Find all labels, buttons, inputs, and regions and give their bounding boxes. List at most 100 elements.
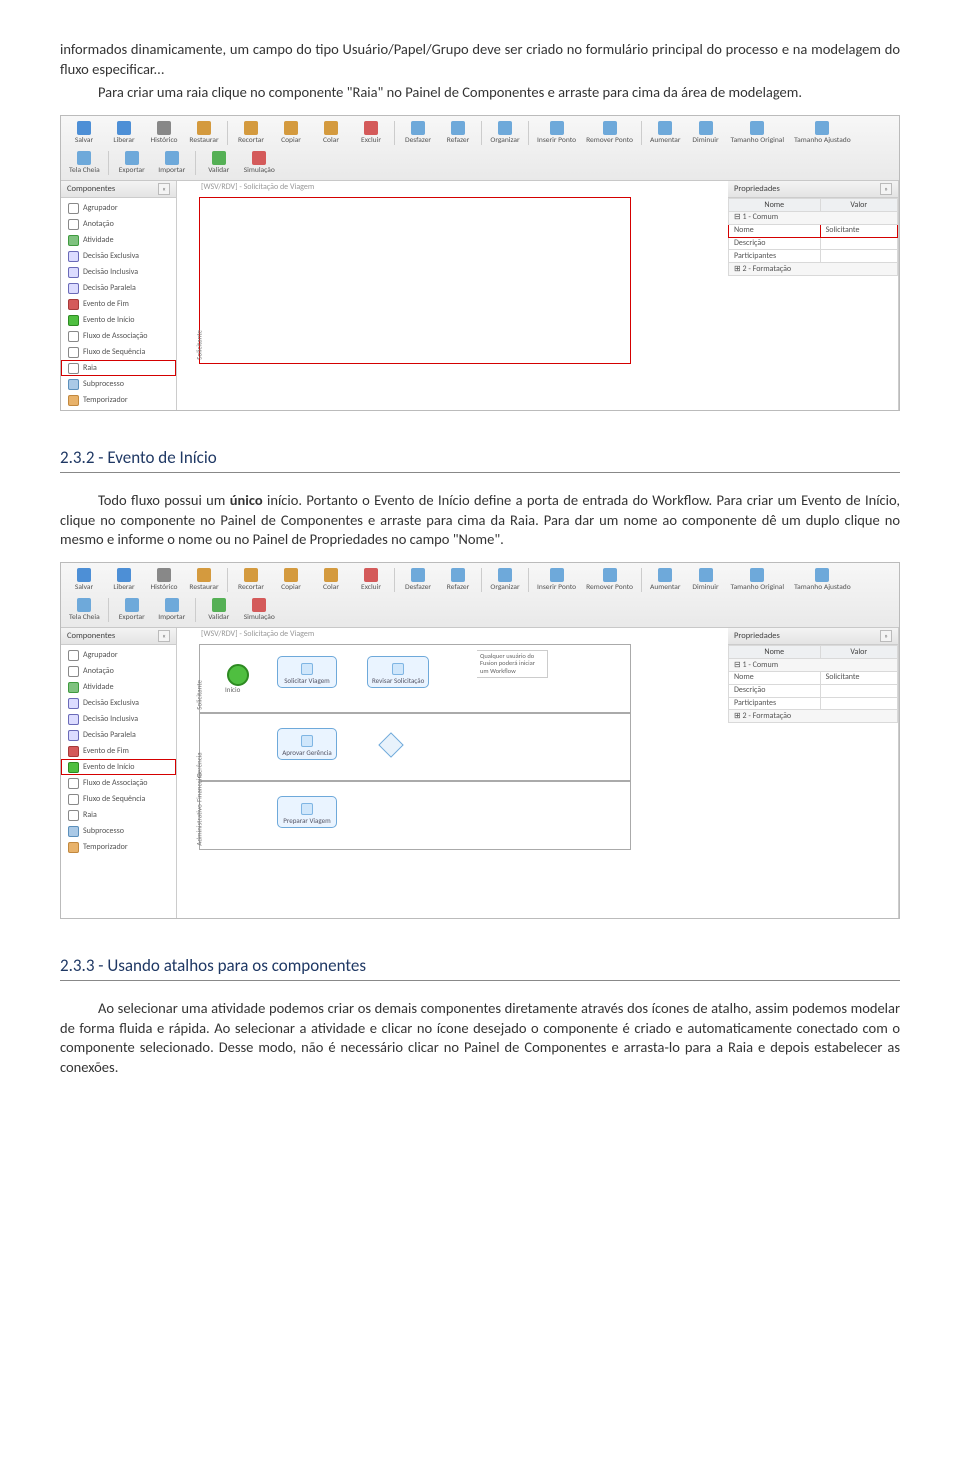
restaurar-icon xyxy=(197,568,211,582)
toolbar-btn-histórico[interactable]: Histórico xyxy=(145,566,183,594)
toolbar-btn-histórico[interactable]: Histórico xyxy=(145,119,183,147)
expand-icon[interactable]: » xyxy=(880,183,892,195)
toolbar-btn-exportar[interactable]: Exportar xyxy=(113,596,151,624)
toolbar-btn-tamanho-ajustado[interactable]: Tamanho Ajustado xyxy=(790,566,855,594)
toolbar-btn-colar[interactable]: Colar xyxy=(312,566,350,594)
component-item-atividade[interactable]: Atividade xyxy=(61,679,176,695)
component-item-evento-de-início[interactable]: Evento de Início xyxy=(61,312,176,328)
component-item-evento-de-fim[interactable]: Evento de Fim xyxy=(61,296,176,312)
component-item-evento-de-fim[interactable]: Evento de Fim xyxy=(61,743,176,759)
component-item-fluxo-de-associação[interactable]: Fluxo de Associação xyxy=(61,775,176,791)
tamanho-ajustado-icon xyxy=(815,568,829,582)
toolbar-btn-tamanho-original[interactable]: Tamanho Original xyxy=(727,566,789,594)
toolbar-btn-copiar[interactable]: Copiar xyxy=(272,119,310,147)
lane-admfin[interactable]: Administrativo-Financeiro xyxy=(199,780,631,850)
copiar-icon xyxy=(284,121,298,135)
toolbar-btn-aumentar[interactable]: Aumentar xyxy=(646,119,685,147)
toolbar-btn-diminuir[interactable]: Diminuir xyxy=(687,119,725,147)
component-item-subprocesso[interactable]: Subprocesso xyxy=(61,823,176,839)
collapse-icon[interactable]: « xyxy=(158,183,170,195)
toolbar-btn-liberar[interactable]: Liberar xyxy=(105,119,143,147)
component-item-fluxo-de-associação[interactable]: Fluxo de Associação xyxy=(61,328,176,344)
component-icon xyxy=(68,714,79,725)
toolbar-btn-exportar[interactable]: Exportar xyxy=(113,149,151,177)
tela-cheia-icon xyxy=(77,598,91,612)
component-item-raia[interactable]: Raia xyxy=(61,807,176,823)
component-icon xyxy=(68,762,79,773)
props-panel-header: Propriedades » xyxy=(728,181,898,198)
component-item-temporizador[interactable]: Temporizador xyxy=(61,392,176,408)
component-item-anotação[interactable]: Anotação xyxy=(61,663,176,679)
component-item-decisão-inclusiva[interactable]: Decisão Inclusiva xyxy=(61,264,176,280)
toolbar-btn-restaurar[interactable]: Restaurar xyxy=(185,119,223,147)
annotation-note[interactable]: Qualquer usuário do Fusion poderá inicia… xyxy=(477,650,548,677)
toolbar-btn-organizar[interactable]: Organizar xyxy=(486,119,524,147)
activity-preparar[interactable]: Preparar Viagem xyxy=(277,796,337,828)
toolbar-btn-colar[interactable]: Colar xyxy=(312,119,350,147)
toolbar-btn-organizar[interactable]: Organizar xyxy=(486,566,524,594)
component-item-temporizador[interactable]: Temporizador xyxy=(61,839,176,855)
toolbar-btn-aumentar[interactable]: Aumentar xyxy=(646,566,685,594)
toolbar-btn-liberar[interactable]: Liberar xyxy=(105,566,143,594)
toolbar-btn-importar[interactable]: Importar xyxy=(153,596,191,624)
toolbar-btn-inserir-ponto[interactable]: Inserir Ponto xyxy=(533,566,580,594)
toolbar-btn-importar[interactable]: Importar xyxy=(153,149,191,177)
component-item-anotação[interactable]: Anotação xyxy=(61,216,176,232)
toolbar-btn-tamanho-ajustado[interactable]: Tamanho Ajustado xyxy=(790,119,855,147)
toolbar-btn-tela-cheia[interactable]: Tela Cheia xyxy=(65,149,104,177)
tamanho-original-icon xyxy=(750,121,764,135)
component-item-decisão-paralela[interactable]: Decisão Paralela xyxy=(61,727,176,743)
toolbar-btn-refazer[interactable]: Refazer xyxy=(439,119,477,147)
component-item-agrupador[interactable]: Agrupador xyxy=(61,647,176,663)
component-item-fluxo-de-sequência[interactable]: Fluxo de Sequência xyxy=(61,344,176,360)
component-item-fluxo-de-sequência[interactable]: Fluxo de Sequência xyxy=(61,791,176,807)
component-item-decisão-inclusiva[interactable]: Decisão Inclusiva xyxy=(61,711,176,727)
toolbar-btn-recortar[interactable]: Recortar xyxy=(232,119,270,147)
toolbar-btn-validar[interactable]: Validar xyxy=(200,149,238,177)
component-item-agrupador[interactable]: Agrupador xyxy=(61,200,176,216)
excluir-icon xyxy=(364,568,378,582)
toolbar-btn-salvar[interactable]: Salvar xyxy=(65,119,103,147)
toolbar-btn-copiar[interactable]: Copiar xyxy=(272,566,310,594)
toolbar-btn-simulação[interactable]: Simulação xyxy=(240,596,279,624)
expand-icon[interactable]: » xyxy=(880,630,892,642)
toolbar-btn-validar[interactable]: Validar xyxy=(200,596,238,624)
collapse-icon[interactable]: « xyxy=(158,630,170,642)
prop-nome-row[interactable]: NomeSolicitante xyxy=(729,224,898,237)
component-item-decisão-paralela[interactable]: Decisão Paralela xyxy=(61,280,176,296)
toolbar-btn-simulação[interactable]: Simulação xyxy=(240,149,279,177)
restaurar-icon xyxy=(197,121,211,135)
remover-ponto-icon xyxy=(603,568,617,582)
toolbar-btn-excluir[interactable]: Excluir xyxy=(352,119,390,147)
tamanho-ajustado-icon xyxy=(815,121,829,135)
activity-aprovar[interactable]: Aprovar Gerência xyxy=(277,728,337,760)
toolbar-btn-refazer[interactable]: Refazer xyxy=(439,566,477,594)
component-item-decisão-exclusiva[interactable]: Decisão Exclusiva xyxy=(61,248,176,264)
toolbar-btn-remover-ponto[interactable]: Remover Ponto xyxy=(582,566,637,594)
component-item-atividade[interactable]: Atividade xyxy=(61,232,176,248)
lane-gerencia[interactable]: Gerência xyxy=(199,712,631,782)
toolbar-btn-desfazer[interactable]: Desfazer xyxy=(399,566,437,594)
organizar-icon xyxy=(498,568,512,582)
toolbar-btn-remover-ponto[interactable]: Remover Ponto xyxy=(582,119,637,147)
component-icon xyxy=(68,203,79,214)
heading-232: 2.3.2 - Evento de Início xyxy=(60,447,900,473)
component-item-evento-de-início[interactable]: Evento de Início xyxy=(61,759,176,775)
component-item-raia[interactable]: Raia xyxy=(61,360,176,376)
toolbar-btn-tamanho-original[interactable]: Tamanho Original xyxy=(727,119,789,147)
activity-revisar[interactable]: Revisar Solicitação xyxy=(367,656,429,688)
toolbar-btn-inserir-ponto[interactable]: Inserir Ponto xyxy=(533,119,580,147)
component-item-subprocesso[interactable]: Subprocesso xyxy=(61,376,176,392)
toolbar-btn-excluir[interactable]: Excluir xyxy=(352,566,390,594)
toolbar-btn-restaurar[interactable]: Restaurar xyxy=(185,566,223,594)
toolbar-btn-desfazer[interactable]: Desfazer xyxy=(399,119,437,147)
prop-nome-row[interactable]: NomeSolicitante xyxy=(729,671,898,684)
lane-solicitante[interactable]: Solicitante xyxy=(199,197,631,364)
toolbar-btn-recortar[interactable]: Recortar xyxy=(232,566,270,594)
canvas-title: [WSV/RDV] - Solicitação de Viagem xyxy=(201,630,314,639)
toolbar-btn-diminuir[interactable]: Diminuir xyxy=(687,566,725,594)
toolbar-btn-tela-cheia[interactable]: Tela Cheia xyxy=(65,596,104,624)
component-item-decisão-exclusiva[interactable]: Decisão Exclusiva xyxy=(61,695,176,711)
activity-solicitar[interactable]: Solicitar Viagem xyxy=(277,656,337,688)
toolbar-btn-salvar[interactable]: Salvar xyxy=(65,566,103,594)
